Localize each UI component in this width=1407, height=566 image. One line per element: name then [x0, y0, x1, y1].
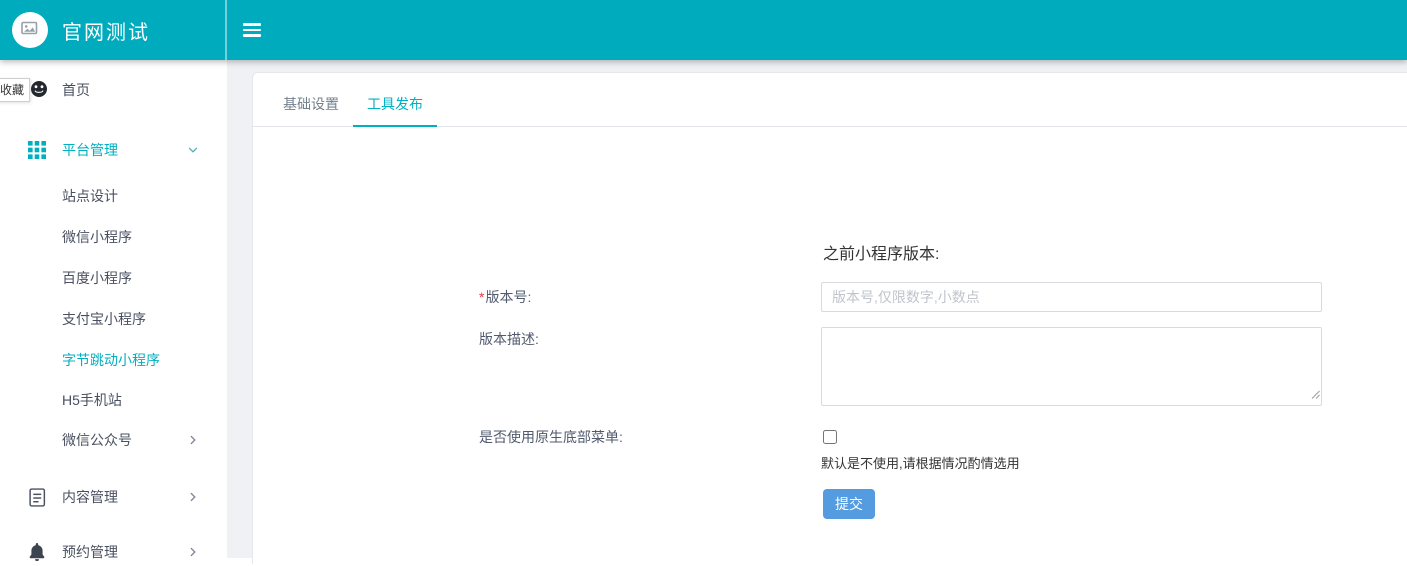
sidebar-item-label: H5手机站 — [62, 390, 122, 410]
sidebar-item-wechat-official[interactable]: 微信公众号 — [0, 426, 227, 454]
native-menu-help: 默认是不使用,请根据情况酌情选用 — [821, 453, 1020, 472]
sidebar-item-h5-mobile[interactable]: H5手机站 — [0, 386, 227, 414]
sidebar-item-label: 平台管理 — [62, 140, 118, 160]
chevron-right-icon — [186, 433, 200, 447]
tab-basic-settings[interactable]: 基础设置 — [269, 94, 353, 127]
chevron-right-icon — [186, 490, 200, 504]
sidebar-item-site-design[interactable]: 站点设计 — [0, 182, 227, 210]
menu-toggle-icon[interactable] — [243, 23, 261, 37]
sidebar-item-label: 支付宝小程序 — [62, 309, 146, 329]
sidebar-item-label: 百度小程序 — [62, 268, 132, 288]
sidebar-item-platform[interactable]: 平台管理 — [0, 136, 227, 164]
brand-area: 官网测试 — [0, 0, 227, 60]
sidebar-item-label: 字节跳动小程序 — [62, 350, 160, 370]
native-menu-label: 是否使用原生底部菜单: — [479, 427, 623, 447]
sidebar-item-label: 预约管理 — [62, 542, 118, 562]
required-asterisk: * — [479, 289, 484, 305]
section-title: 之前小程序版本: — [823, 240, 939, 264]
sidebar-item-home[interactable]: 首页 — [0, 76, 227, 104]
sidebar-item-booking-management[interactable]: 预约管理 — [0, 538, 227, 566]
sidebar: 收藏 首页 平台管理 站点设计 微信小程序 — [0, 60, 227, 558]
native-menu-checkbox[interactable] — [823, 430, 837, 444]
content-background: 基础设置 工具发布 之前小程序版本: *版本号: 版本描述: 是否使用原生底部菜… — [227, 60, 1407, 558]
tab-tool-publish[interactable]: 工具发布 — [353, 94, 437, 127]
sidebar-item-wechat-miniprogram[interactable]: 微信小程序 — [0, 223, 227, 251]
sidebar-item-label: 首页 — [62, 80, 90, 100]
document-icon — [27, 487, 47, 507]
sidebar-item-alipay-miniprogram[interactable]: 支付宝小程序 — [0, 305, 227, 333]
content-card: 基础设置 工具发布 之前小程序版本: *版本号: 版本描述: 是否使用原生底部菜… — [252, 72, 1407, 564]
chevron-down-icon — [186, 143, 200, 157]
sidebar-item-label: 微信小程序 — [62, 227, 132, 247]
version-description-field — [821, 327, 1322, 406]
sidebar-item-content-management[interactable]: 内容管理 — [0, 483, 227, 511]
app-title: 官网测试 — [62, 16, 150, 45]
version-number-input[interactable] — [821, 282, 1322, 312]
app-logo — [12, 12, 48, 48]
version-description-label: 版本描述: — [479, 329, 539, 349]
version-number-label: *版本号: — [479, 287, 531, 307]
version-description-textarea[interactable] — [821, 327, 1322, 406]
picture-icon — [21, 20, 39, 41]
sidebar-item-baidu-miniprogram[interactable]: 百度小程序 — [0, 264, 227, 292]
tab-bar: 基础设置 工具发布 — [253, 73, 1407, 127]
submit-button[interactable]: 提交 — [823, 489, 875, 519]
grid-icon — [27, 140, 47, 160]
app-header: 官网测试 — [0, 0, 1407, 60]
sidebar-item-label: 站点设计 — [62, 186, 118, 206]
sidebar-item-label: 内容管理 — [62, 487, 118, 507]
chevron-right-icon — [186, 545, 200, 559]
bell-icon — [27, 542, 47, 562]
sidebar-item-label: 微信公众号 — [62, 430, 132, 450]
sidebar-item-bytedance-miniprogram[interactable]: 字节跳动小程序 — [0, 346, 227, 374]
